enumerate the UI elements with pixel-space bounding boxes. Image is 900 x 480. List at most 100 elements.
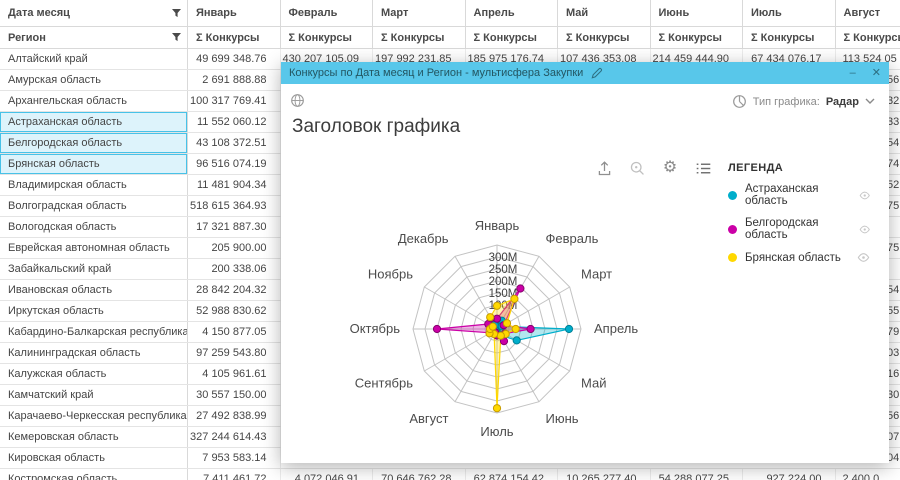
month-column-header[interactable]: Март	[373, 0, 466, 27]
visibility-eye-icon[interactable]	[859, 223, 871, 236]
value-cell[interactable]: 518 615 364.93	[188, 196, 281, 216]
value-cell[interactable]: 927 224.00	[743, 469, 836, 480]
measure-column-header[interactable]: Σ Конкурсы	[466, 27, 559, 49]
region-cell[interactable]: Владимирская область	[0, 175, 188, 195]
date-dimension-header[interactable]: Дата месяц	[0, 0, 188, 27]
measure-column-header[interactable]: Σ Конкурсы	[836, 27, 900, 49]
value-cell[interactable]: 17 321 887.30	[188, 217, 281, 237]
measure-column-header[interactable]: Σ Конкурсы	[373, 27, 466, 49]
svg-text:Декабрь: Декабрь	[398, 231, 449, 246]
value-cell[interactable]: 27 492 838.99	[188, 406, 281, 426]
value-cell[interactable]: 43 108 372.51	[188, 133, 281, 153]
month-column-header[interactable]: Август	[836, 0, 900, 27]
multisphere-icon[interactable]	[290, 93, 305, 108]
minimize-button[interactable]: –	[850, 68, 856, 79]
region-cell[interactable]: Костромская область	[0, 469, 188, 480]
svg-text:Июнь: Июнь	[546, 411, 579, 426]
chart-type-selector[interactable]: Тип графика: Радар	[732, 94, 875, 109]
region-cell[interactable]: Иркутская область	[0, 301, 188, 321]
region-cell[interactable]: Волгоградская область	[0, 196, 188, 216]
value-cell[interactable]: 62 874 154.42	[466, 469, 559, 480]
value-cell[interactable]: 7 411 461.72	[188, 469, 281, 480]
radar-chart[interactable]: 300M250M200M150M100MЯнварьФевральМартАпр…	[341, 212, 671, 462]
region-cell[interactable]: Кировская область	[0, 448, 188, 468]
measure-column-header[interactable]: Σ Конкурсы	[743, 27, 836, 49]
svg-text:Октябрь: Октябрь	[350, 321, 401, 336]
modal-title: Конкурсы по Дата месяц и Регион - мульти…	[289, 67, 583, 79]
legend-item[interactable]: Белгородская область	[728, 217, 874, 241]
value-cell[interactable]: 52 988 830.62	[188, 301, 281, 321]
region-cell[interactable]: Кабардино-Балкарская республика	[0, 322, 188, 342]
value-cell[interactable]: 96 516 074.19	[188, 154, 281, 174]
month-column-header[interactable]: Июль	[743, 0, 836, 27]
legend-item[interactable]: Астраханская область	[728, 183, 874, 207]
value-cell[interactable]: 97 259 543.80	[188, 343, 281, 363]
legend-color-dot	[728, 225, 737, 234]
svg-text:Февраль: Февраль	[546, 231, 599, 246]
visibility-eye-icon[interactable]	[859, 189, 871, 202]
value-cell[interactable]: 2 691 888.88	[188, 70, 281, 90]
value-cell[interactable]: 4 150 877.05	[188, 322, 281, 342]
svg-text:300M: 300M	[489, 252, 518, 264]
value-cell[interactable]: 2 400.0	[836, 469, 900, 480]
month-column-header[interactable]: Май	[558, 0, 651, 27]
value-cell[interactable]: 11 481 904.34	[188, 175, 281, 195]
region-cell[interactable]: Карачаево-Черкесская республика	[0, 406, 188, 426]
filter-icon[interactable]	[172, 9, 181, 18]
region-cell[interactable]: Амурская область	[0, 70, 188, 90]
value-cell[interactable]: 205 900.00	[188, 238, 281, 258]
filter-icon[interactable]	[172, 33, 181, 42]
region-cell[interactable]: Ивановская область	[0, 280, 188, 300]
visibility-eye-icon[interactable]	[857, 251, 870, 264]
region-cell[interactable]: Калининградская область	[0, 343, 188, 363]
region-cell[interactable]: Архангельская область	[0, 91, 188, 111]
measure-column-header[interactable]: Σ Конкурсы	[188, 27, 281, 49]
zoom-icon[interactable]	[627, 158, 647, 178]
value-cell[interactable]: 327 244 614.43	[188, 427, 281, 447]
month-column-header[interactable]: Июнь	[651, 0, 744, 27]
measure-headers: Σ КонкурсыΣ КонкурсыΣ КонкурсыΣ Конкурсы…	[188, 27, 900, 49]
export-icon[interactable]	[594, 158, 614, 178]
month-column-header[interactable]: Февраль	[281, 0, 374, 27]
region-cell[interactable]: Калужская область	[0, 364, 188, 384]
measure-column-header[interactable]: Σ Конкурсы	[651, 27, 744, 49]
region-cell[interactable]: Кемеровская область	[0, 427, 188, 447]
legend-label: Брянская область	[745, 252, 841, 264]
value-cell[interactable]: 4 072 046.91	[281, 469, 374, 480]
settings-gear-icon[interactable]: ⚙	[660, 158, 680, 178]
legend-item[interactable]: Брянская область	[728, 251, 874, 264]
month-headers: ЯнварьФевральМартАпрельМайИюньИюльАвгуст	[188, 0, 900, 27]
value-cell[interactable]: 49 699 348.76	[188, 49, 281, 69]
close-button[interactable]: ✕	[872, 68, 881, 79]
value-cell[interactable]: 30 557 150.00	[188, 385, 281, 405]
region-cell[interactable]: Белгородская область	[0, 133, 188, 153]
region-cell[interactable]: Забайкальский край	[0, 259, 188, 279]
region-cell[interactable]: Алтайский край	[0, 49, 188, 69]
edit-title-icon[interactable]	[591, 67, 603, 79]
value-cell[interactable]: 28 842 204.32	[188, 280, 281, 300]
month-column-header[interactable]: Январь	[188, 0, 281, 27]
region-cell[interactable]: Вологодская область	[0, 217, 188, 237]
table-row[interactable]: Костромская область7 411 461.724 072 046…	[0, 469, 900, 480]
region-cell[interactable]: Еврейская автономная область	[0, 238, 188, 258]
value-cell[interactable]: 100 317 769.41	[188, 91, 281, 111]
modal-titlebar[interactable]: Конкурсы по Дата месяц и Регион - мульти…	[281, 62, 889, 84]
chart-title: Заголовок графика	[292, 116, 460, 138]
month-column-header[interactable]: Апрель	[466, 0, 559, 27]
svg-text:Ноябрь: Ноябрь	[368, 267, 413, 282]
value-cell[interactable]: 200 338.06	[188, 259, 281, 279]
region-cell[interactable]: Камчатский край	[0, 385, 188, 405]
value-cell[interactable]: 54 288 077.25	[651, 469, 744, 480]
value-cell[interactable]: 11 552 060.12	[188, 112, 281, 132]
legend-list-icon[interactable]	[693, 158, 713, 178]
region-cell[interactable]: Астраханская область	[0, 112, 188, 132]
measure-column-header[interactable]: Σ Конкурсы	[281, 27, 374, 49]
value-cell[interactable]: 10 265 277.40	[558, 469, 651, 480]
measure-column-header[interactable]: Σ Конкурсы	[558, 27, 651, 49]
value-cell[interactable]: 4 105 961.61	[188, 364, 281, 384]
chart-modal: Конкурсы по Дата месяц и Регион - мульти…	[281, 62, 889, 463]
value-cell[interactable]: 7 953 583.14	[188, 448, 281, 468]
value-cell[interactable]: 70 646 762.28	[373, 469, 466, 480]
region-cell[interactable]: Брянская область	[0, 154, 188, 174]
region-dimension-header[interactable]: Регион	[0, 27, 188, 49]
